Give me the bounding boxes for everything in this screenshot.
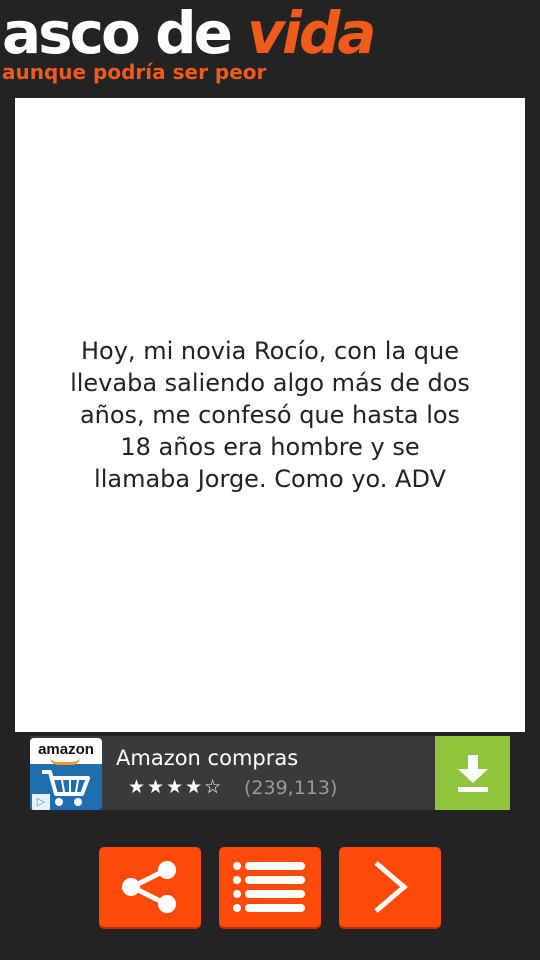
amazon-app-icon: amazon ▷: [30, 738, 102, 810]
ad-banner[interactable]: amazon ▷ Amazon compras ★★★★☆ (239,113): [30, 736, 510, 810]
share-icon: [122, 861, 176, 913]
story-card: Hoy, mi novia Rocío, con la que llevaba …: [15, 98, 525, 732]
share-button[interactable]: [99, 847, 201, 927]
logo-text-accent: vida: [247, 0, 376, 67]
adchoices-icon[interactable]: ▷: [32, 794, 50, 810]
ad-download-button[interactable]: [435, 736, 510, 810]
next-button[interactable]: [339, 847, 441, 927]
list-button[interactable]: [219, 847, 321, 927]
logo-tagline: aunque podría ser peor: [2, 60, 267, 84]
ad-rating-count: (239,113): [244, 777, 338, 799]
app-logo: asco de vida: [2, 0, 377, 67]
chevron-right-icon: [374, 861, 408, 913]
download-icon: [457, 755, 488, 792]
list-icon: [233, 862, 305, 912]
story-text: Hoy, mi novia Rocío, con la que llevaba …: [70, 337, 470, 493]
amazon-logo-text: amazon: [30, 738, 102, 765]
logo-text-main: asco de: [2, 0, 248, 67]
app-header: asco de vida aunque podría ser peor: [0, 0, 540, 96]
ad-rating-stars: ★★★★☆: [128, 776, 224, 798]
ad-title: Amazon compras: [116, 746, 299, 770]
